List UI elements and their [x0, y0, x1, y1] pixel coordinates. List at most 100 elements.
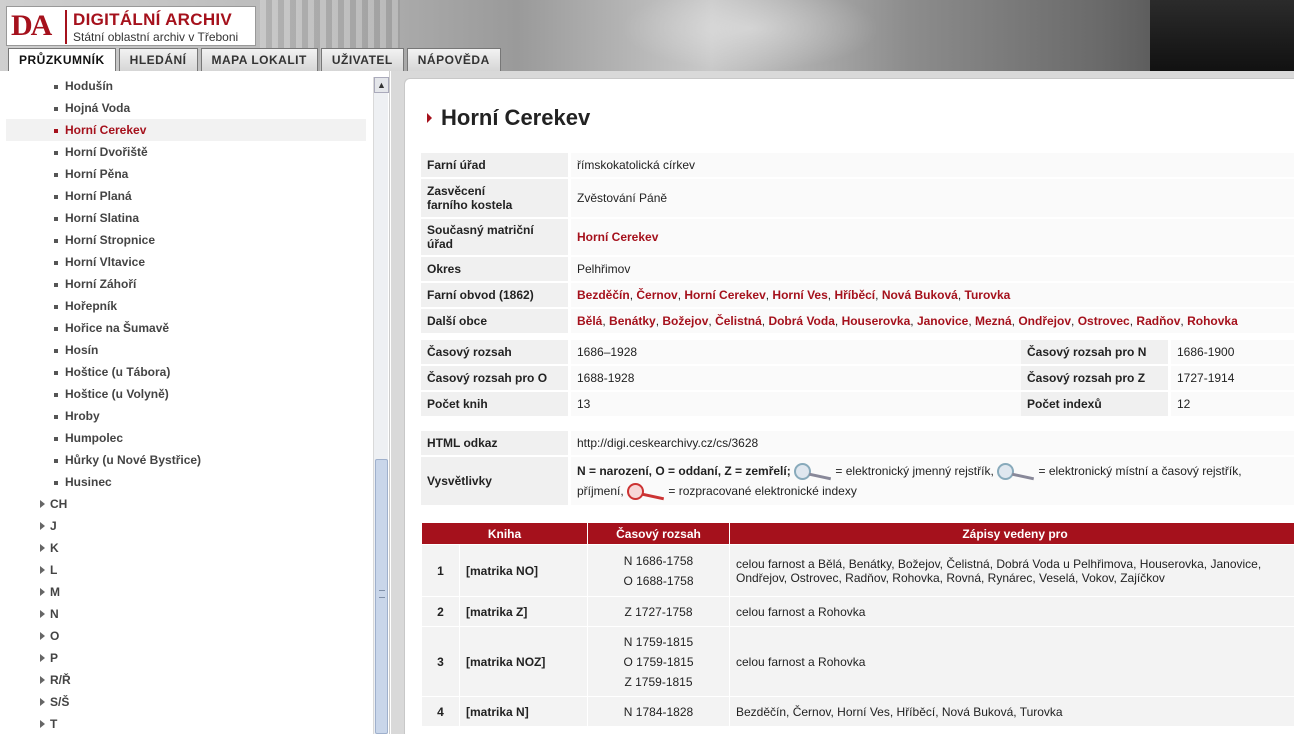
- table-row[interactable]: 4[matrika N]N 1784-1828Bezděčín, Černov,…: [422, 697, 1294, 727]
- tree-item-hostice-u-tabora[interactable]: Hoštice (u Tábora): [6, 361, 366, 383]
- tree-group-j[interactable]: J: [6, 515, 366, 537]
- tree-item-horni-plana[interactable]: Horní Planá: [6, 185, 366, 207]
- tree-item-hurky-u-nove-bystrice[interactable]: Hůrky (u Nové Bystřice): [6, 449, 366, 471]
- link-bozejov[interactable]: Božejov: [662, 314, 708, 328]
- book-ranges: N 1784-1828: [588, 697, 730, 727]
- tab-mapa-lokalit[interactable]: MAPA LOKALIT: [201, 48, 318, 71]
- tree-item-horni-slatina[interactable]: Horní Slatina: [6, 207, 366, 229]
- expand-arrow-icon[interactable]: [40, 566, 45, 574]
- link-horni-ves[interactable]: Horní Ves: [772, 288, 827, 302]
- tab-pruzkumnik[interactable]: PRŮZKUMNÍK: [8, 48, 116, 71]
- tree-group-p[interactable]: P: [6, 647, 366, 669]
- main-area: Horní Cerekev Farní úřadřímskokatolická …: [391, 71, 1294, 734]
- book-number: 1: [422, 545, 460, 597]
- link-janovice[interactable]: Janovice: [917, 314, 968, 328]
- sidebar-scrollbar[interactable]: ▲: [373, 77, 388, 734]
- col-zapisy[interactable]: Zápisy vedeny pro: [730, 523, 1294, 545]
- expand-arrow-icon[interactable]: [40, 610, 45, 618]
- name-index-icon: [794, 463, 832, 481]
- link-celistna[interactable]: Čelistná: [715, 314, 762, 328]
- label-rozsah-o: Časový rozsah pro O: [421, 366, 571, 390]
- expand-arrow-icon[interactable]: [40, 654, 45, 662]
- logo-subtitle: Státní oblastní archiv v Třeboni: [73, 30, 238, 44]
- link-radnov[interactable]: Radňov: [1136, 314, 1180, 328]
- tree-group-n[interactable]: N: [6, 603, 366, 625]
- tree-item-horni-stropnice[interactable]: Horní Stropnice: [6, 229, 366, 251]
- tree-item-hodusin[interactable]: Hodušín: [6, 75, 366, 97]
- tree-item-horice-na-sumave[interactable]: Hořice na Šumavě: [6, 317, 366, 339]
- expand-arrow-icon[interactable]: [40, 676, 45, 684]
- logo-mark: DA: [11, 9, 50, 43]
- link-bezdecin[interactable]: Bezděčín: [577, 288, 630, 302]
- scrollbar-thumb[interactable]: [375, 459, 388, 734]
- link-rohovka[interactable]: Rohovka: [1187, 314, 1238, 328]
- link-legend-table: HTML odkazhttp://digi.ceskearchivy.cz/cs…: [421, 429, 1294, 507]
- expand-arrow-icon[interactable]: [40, 720, 45, 728]
- tree-group-o[interactable]: O: [6, 625, 366, 647]
- tree-item-horni-zahori[interactable]: Horní Záhoří: [6, 273, 366, 295]
- tree-item-hroby[interactable]: Hroby: [6, 405, 366, 427]
- farni-obvod-links: Bezděčín, Černov, Horní Cerekev, Horní V…: [571, 283, 1294, 307]
- tree-item-hosin[interactable]: Hosín: [6, 339, 366, 361]
- tab-napoveda[interactable]: NÁPOVĚDA: [407, 48, 501, 71]
- tree-group-ch[interactable]: CH: [6, 493, 366, 515]
- legend-surname: příjmení,: [577, 484, 624, 498]
- tree-item-husinec[interactable]: Husinec: [6, 471, 366, 493]
- link-dobra-voda[interactable]: Dobrá Voda: [768, 314, 834, 328]
- expand-arrow-icon[interactable]: [40, 632, 45, 640]
- link-ondrejov[interactable]: Ondřejov: [1018, 314, 1071, 328]
- tree-group-l[interactable]: L: [6, 559, 366, 581]
- tree-item-hojna-voda[interactable]: Hojná Voda: [6, 97, 366, 119]
- tree-group-t[interactable]: T: [6, 713, 366, 735]
- tree-item-horni-dvoriste[interactable]: Horní Dvořiště: [6, 141, 366, 163]
- table-row[interactable]: 3[matrika NOZ]N 1759-1815O 1759-1815Z 17…: [422, 627, 1294, 697]
- tree-item-hostice-u-volyne[interactable]: Hoštice (u Volyně): [6, 383, 366, 405]
- col-kniha[interactable]: Kniha: [422, 523, 588, 545]
- range-line: N 1686-1758: [594, 551, 723, 571]
- value-rozsah-n: 1686-1900: [1171, 340, 1294, 364]
- tree-item-horni-cerekev[interactable]: Horní Cerekev: [6, 119, 366, 141]
- expand-arrow-icon[interactable]: [40, 698, 45, 706]
- expand-arrow-icon[interactable]: [40, 544, 45, 552]
- link-hribeci[interactable]: Hříběcí: [834, 288, 875, 302]
- legend-text: N = narození, O = oddaní, Z = zemřelí; =…: [571, 457, 1294, 505]
- tree-group-m[interactable]: M: [6, 581, 366, 603]
- tree-group-k[interactable]: K: [6, 537, 366, 559]
- value-html-odkaz[interactable]: http://digi.ceskearchivy.cz/cs/3628: [571, 431, 1294, 455]
- book-name[interactable]: [matrika Z]: [460, 597, 588, 627]
- tree-item-horepnik[interactable]: Hořepník: [6, 295, 366, 317]
- tab-uzivatel[interactable]: UŽIVATEL: [321, 48, 404, 71]
- col-casovy-rozsah[interactable]: Časový rozsah: [588, 523, 730, 545]
- scroll-up-icon[interactable]: ▲: [374, 77, 389, 93]
- link-mezna[interactable]: Mezná: [975, 314, 1012, 328]
- tree-item-humpolec[interactable]: Humpolec: [6, 427, 366, 449]
- book-name[interactable]: [matrika NOZ]: [460, 627, 588, 697]
- table-row[interactable]: 1[matrika NO]N 1686-1758O 1688-1758celou…: [422, 545, 1294, 597]
- link-benatky[interactable]: Benátky: [609, 314, 656, 328]
- link-soucasny-urad[interactable]: Horní Cerekev: [577, 230, 658, 244]
- tab-hledani[interactable]: HLEDÁNÍ: [119, 48, 198, 71]
- tree-item-horni-vltavice[interactable]: Horní Vltavice: [6, 251, 366, 273]
- link-nova-bukova[interactable]: Nová Buková: [882, 288, 958, 302]
- expand-arrow-icon[interactable]: [40, 588, 45, 596]
- tree-group-r-r[interactable]: R/Ř: [6, 669, 366, 691]
- link-bela[interactable]: Bělá: [577, 314, 602, 328]
- tree-item-label: Hoštice (u Volyně): [65, 387, 169, 401]
- link-turovka[interactable]: Turovka: [965, 288, 1011, 302]
- tree-item-horni-pena[interactable]: Horní Pěna: [6, 163, 366, 185]
- book-name[interactable]: [matrika NO]: [460, 545, 588, 597]
- link-horni-cerekev[interactable]: Horní Cerekev: [684, 288, 765, 302]
- logo[interactable]: DA DIGITÁLNÍ ARCHIV Státní oblastní arch…: [6, 6, 256, 46]
- link-houserovka[interactable]: Houserovka: [842, 314, 911, 328]
- expand-arrow-icon[interactable]: [40, 500, 45, 508]
- table-row[interactable]: 2[matrika Z]Z 1727-1758celou farnost a R…: [422, 597, 1294, 627]
- books-rows: 1[matrika NO]N 1686-1758O 1688-1758celou…: [422, 545, 1294, 727]
- tree-item-label: Hořice na Šumavě: [65, 321, 169, 335]
- bullet-icon: [54, 151, 58, 155]
- bullet-icon: [54, 393, 58, 397]
- expand-arrow-icon[interactable]: [40, 522, 45, 530]
- link-cernov[interactable]: Černov: [636, 288, 677, 302]
- book-name[interactable]: [matrika N]: [460, 697, 588, 727]
- link-ostrovec[interactable]: Ostrovec: [1078, 314, 1130, 328]
- tree-group-s-s[interactable]: S/Š: [6, 691, 366, 713]
